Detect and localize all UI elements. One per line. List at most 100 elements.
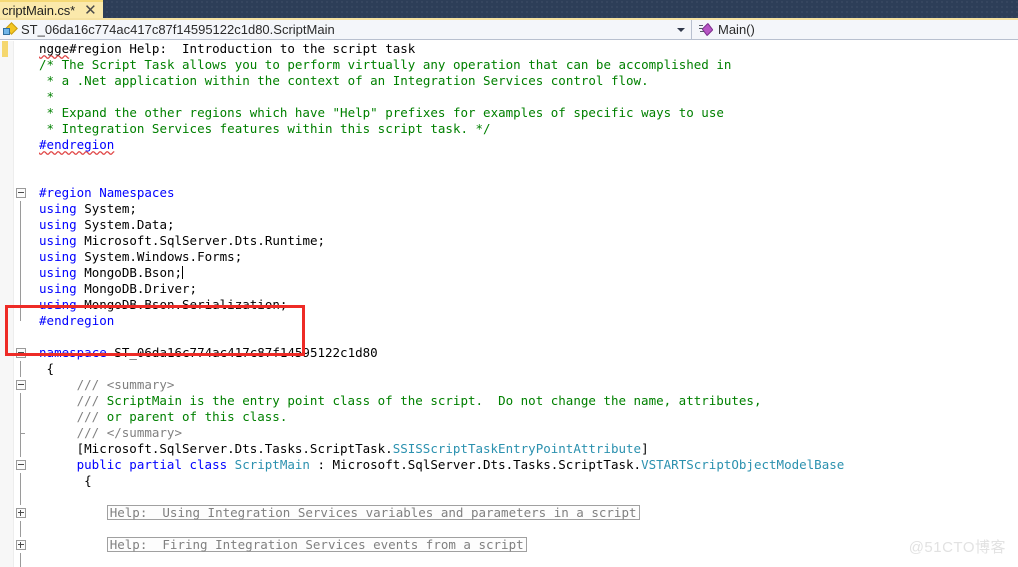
collapse-region-icon[interactable]: [16, 460, 26, 470]
code-token: using: [39, 217, 77, 232]
collapse-region-icon[interactable]: [16, 188, 26, 198]
code-line[interactable]: * a .Net application within the context …: [0, 73, 1018, 89]
code-token: /// <summary>: [76, 377, 175, 392]
code-line[interactable]: [0, 153, 1018, 169]
fold-guide-line: [20, 233, 21, 249]
code-token: ]: [641, 441, 649, 456]
code-token: : Microsoft.SqlServer.Dts.Tasks.ScriptTa…: [309, 457, 642, 472]
code-line[interactable]: /// or parent of this class.: [0, 409, 1018, 425]
method-icon: [699, 23, 714, 37]
code-line[interactable]: using Microsoft.SqlServer.Dts.Runtime;: [0, 233, 1018, 249]
code-line[interactable]: using MongoDB.Driver;: [0, 281, 1018, 297]
fold-guide-line: [20, 489, 21, 505]
code-line[interactable]: *: [0, 89, 1018, 105]
code-token: [Microsoft.SqlServer.Dts.Tasks.ScriptTas…: [76, 441, 393, 456]
code-token: ScriptMain: [234, 457, 310, 472]
collapse-region-icon[interactable]: [16, 380, 26, 390]
member-dropdown[interactable]: Main(): [692, 20, 1018, 39]
code-line[interactable]: ngge#region Help: Introduction to the sc…: [0, 41, 1018, 57]
code-token: * Expand the other regions which have "H…: [39, 105, 724, 120]
fold-guide-line: [20, 361, 21, 377]
code-token: using: [39, 233, 77, 248]
fold-guide-line: [20, 521, 21, 537]
code-token: using: [39, 297, 77, 312]
fold-guide-line: [20, 297, 21, 313]
code-line[interactable]: [Microsoft.SqlServer.Dts.Tasks.ScriptTas…: [0, 441, 1018, 457]
code-line[interactable]: * Expand the other regions which have "H…: [0, 105, 1018, 121]
code-line[interactable]: using System.Windows.Forms;: [0, 249, 1018, 265]
code-line[interactable]: public partial class ScriptMain : Micros…: [0, 457, 1018, 473]
tab-label: criptMain.cs*: [2, 2, 76, 18]
expand-region-icon[interactable]: [16, 508, 26, 518]
code-token: using: [39, 201, 77, 216]
code-token: public partial class: [76, 457, 228, 472]
change-bar: [2, 41, 8, 57]
fold-guide-line: [20, 249, 21, 265]
code-line[interactable]: /* The Script Task allows you to perform…: [0, 57, 1018, 73]
code-token: ScriptMain is the entry point class of t…: [106, 393, 762, 408]
code-line[interactable]: using System;: [0, 201, 1018, 217]
code-token: using: [39, 281, 77, 296]
collapsed-region-block[interactable]: Help: Firing Integration Services events…: [106, 537, 527, 552]
fold-guide-line: [20, 553, 21, 567]
code-token: * a .Net application within the context …: [39, 73, 649, 88]
fold-guide-line: [20, 441, 21, 457]
code-line[interactable]: * Integration Services features within t…: [0, 121, 1018, 137]
code-line[interactable]: #endregion: [0, 137, 1018, 153]
fold-guide-line: [20, 313, 21, 321]
code-token: *: [39, 89, 55, 104]
collapse-region-icon[interactable]: [16, 348, 26, 358]
code-token: using: [39, 265, 77, 280]
code-line[interactable]: #endregion: [0, 313, 1018, 329]
code-line[interactable]: [0, 489, 1018, 505]
tab-strip: criptMain.cs* ✕: [0, 0, 1018, 18]
code-token: System;: [76, 201, 137, 216]
close-icon[interactable]: ✕: [84, 3, 97, 18]
code-token: System.Data;: [76, 217, 175, 232]
code-editor[interactable]: ngge#region Help: Introduction to the sc…: [0, 41, 1018, 567]
code-line[interactable]: using MongoDB.Bson.Serialization;: [0, 297, 1018, 313]
fold-guide-line: [20, 201, 21, 217]
code-token: ///: [76, 409, 107, 424]
collapsed-region-block[interactable]: Help: Using Integration Services variabl…: [106, 505, 640, 520]
type-dropdown-label: ST_06da16c774ac417c87f14595122c1d80.Scri…: [21, 22, 335, 37]
fold-guide-line: [20, 265, 21, 281]
tab-scriptmain-cs[interactable]: criptMain.cs* ✕: [0, 0, 103, 18]
code-token: * Integration Services features within t…: [39, 121, 491, 136]
code-text-area[interactable]: ngge#region Help: Introduction to the sc…: [0, 41, 1018, 567]
code-token: VSTARTScriptObjectModelBase: [641, 457, 845, 472]
code-line[interactable]: {: [0, 473, 1018, 489]
code-line[interactable]: [0, 169, 1018, 185]
code-line[interactable]: [0, 553, 1018, 567]
code-line[interactable]: #region Namespaces: [0, 185, 1018, 201]
fold-guide-line: [20, 281, 21, 297]
fold-guide-line: [20, 217, 21, 233]
code-token: ngge: [39, 41, 70, 56]
text-caret: [182, 266, 184, 279]
fold-guide-line: [20, 393, 21, 409]
code-token: SSISScriptTaskEntryPointAttribute: [392, 441, 642, 456]
type-dropdown[interactable]: ST_06da16c774ac417c87f14595122c1d80.Scri…: [0, 20, 692, 39]
code-line[interactable]: /// ScriptMain is the entry point class …: [0, 393, 1018, 409]
fold-guide-line: [20, 473, 21, 489]
code-token: #endregion: [39, 313, 115, 328]
code-line[interactable]: namespace ST_06da16c774ac417c87f14595122…: [0, 345, 1018, 361]
code-line[interactable]: Help: Using Integration Services variabl…: [0, 505, 1018, 521]
code-line[interactable]: /// </summary>: [0, 425, 1018, 441]
code-token: ///: [76, 393, 107, 408]
code-line[interactable]: Help: Firing Integration Services events…: [0, 537, 1018, 553]
expand-region-icon[interactable]: [16, 540, 26, 550]
watermark: @51CTO博客: [908, 539, 1006, 556]
chevron-down-icon[interactable]: [677, 27, 685, 32]
code-line[interactable]: using MongoDB.Bson;: [0, 265, 1018, 281]
code-line[interactable]: [0, 521, 1018, 537]
code-line[interactable]: using System.Data;: [0, 217, 1018, 233]
code-token: Microsoft.SqlServer.Dts.Runtime;: [76, 233, 326, 248]
code-line[interactable]: /// <summary>: [0, 377, 1018, 393]
code-line[interactable]: [0, 329, 1018, 345]
fold-guide-line: [20, 425, 25, 441]
code-line[interactable]: {: [0, 361, 1018, 377]
navigation-bar: ST_06da16c774ac417c87f14595122c1d80.Scri…: [0, 20, 1018, 40]
code-token: using: [39, 249, 77, 264]
